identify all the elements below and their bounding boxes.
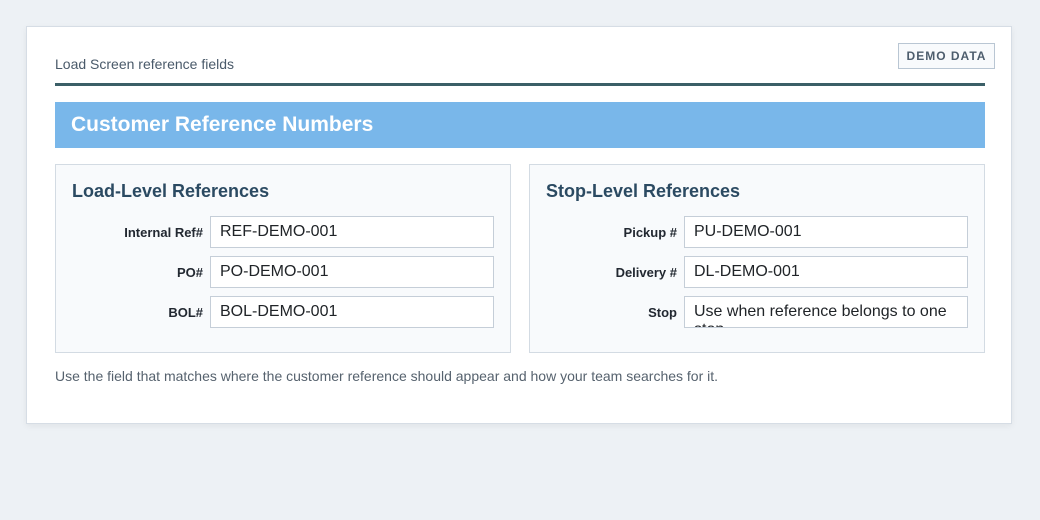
delivery-input[interactable]: [684, 256, 968, 288]
internal-ref-label: Internal Ref#: [124, 224, 203, 240]
reference-card: Load Screen reference fields DEMO DATA C…: [26, 26, 1012, 424]
load-level-panel: Load-Level References Internal Ref# PO# …: [55, 164, 511, 353]
po-input[interactable]: [210, 256, 494, 288]
stop-label: Stop: [648, 304, 677, 320]
po-label: PO#: [176, 264, 203, 280]
delivery-row: Delivery #: [530, 256, 984, 288]
banner-title: Customer Reference Numbers: [71, 113, 374, 136]
section-caption: Load Screen reference fields: [55, 56, 234, 72]
po-row: PO#: [56, 256, 510, 288]
bol-row: BOL#: [56, 296, 510, 328]
bol-input[interactable]: [210, 296, 494, 328]
stop-level-title: Stop-Level References: [546, 181, 741, 201]
stop-row: Stop Use when reference belongs to one s…: [530, 296, 984, 328]
help-footnote: Use the field that matches where the cus…: [55, 368, 719, 384]
pickup-input[interactable]: [684, 216, 968, 248]
pickup-label: Pickup #: [623, 224, 677, 240]
delivery-label: Delivery #: [615, 264, 677, 280]
header-divider: [55, 83, 985, 86]
internal-ref-row: Internal Ref#: [56, 216, 510, 248]
bol-label: BOL#: [168, 304, 203, 320]
stop-level-panel: Stop-Level References Pickup # Delivery …: [529, 164, 985, 353]
load-level-title: Load-Level References: [72, 181, 270, 201]
customer-reference-banner: Customer Reference Numbers: [55, 102, 985, 148]
stop-input[interactable]: Use when reference belongs to one stop: [684, 296, 968, 328]
demo-data-badge: DEMO DATA: [898, 43, 995, 69]
pickup-row: Pickup #: [530, 216, 984, 248]
internal-ref-input[interactable]: [210, 216, 494, 248]
